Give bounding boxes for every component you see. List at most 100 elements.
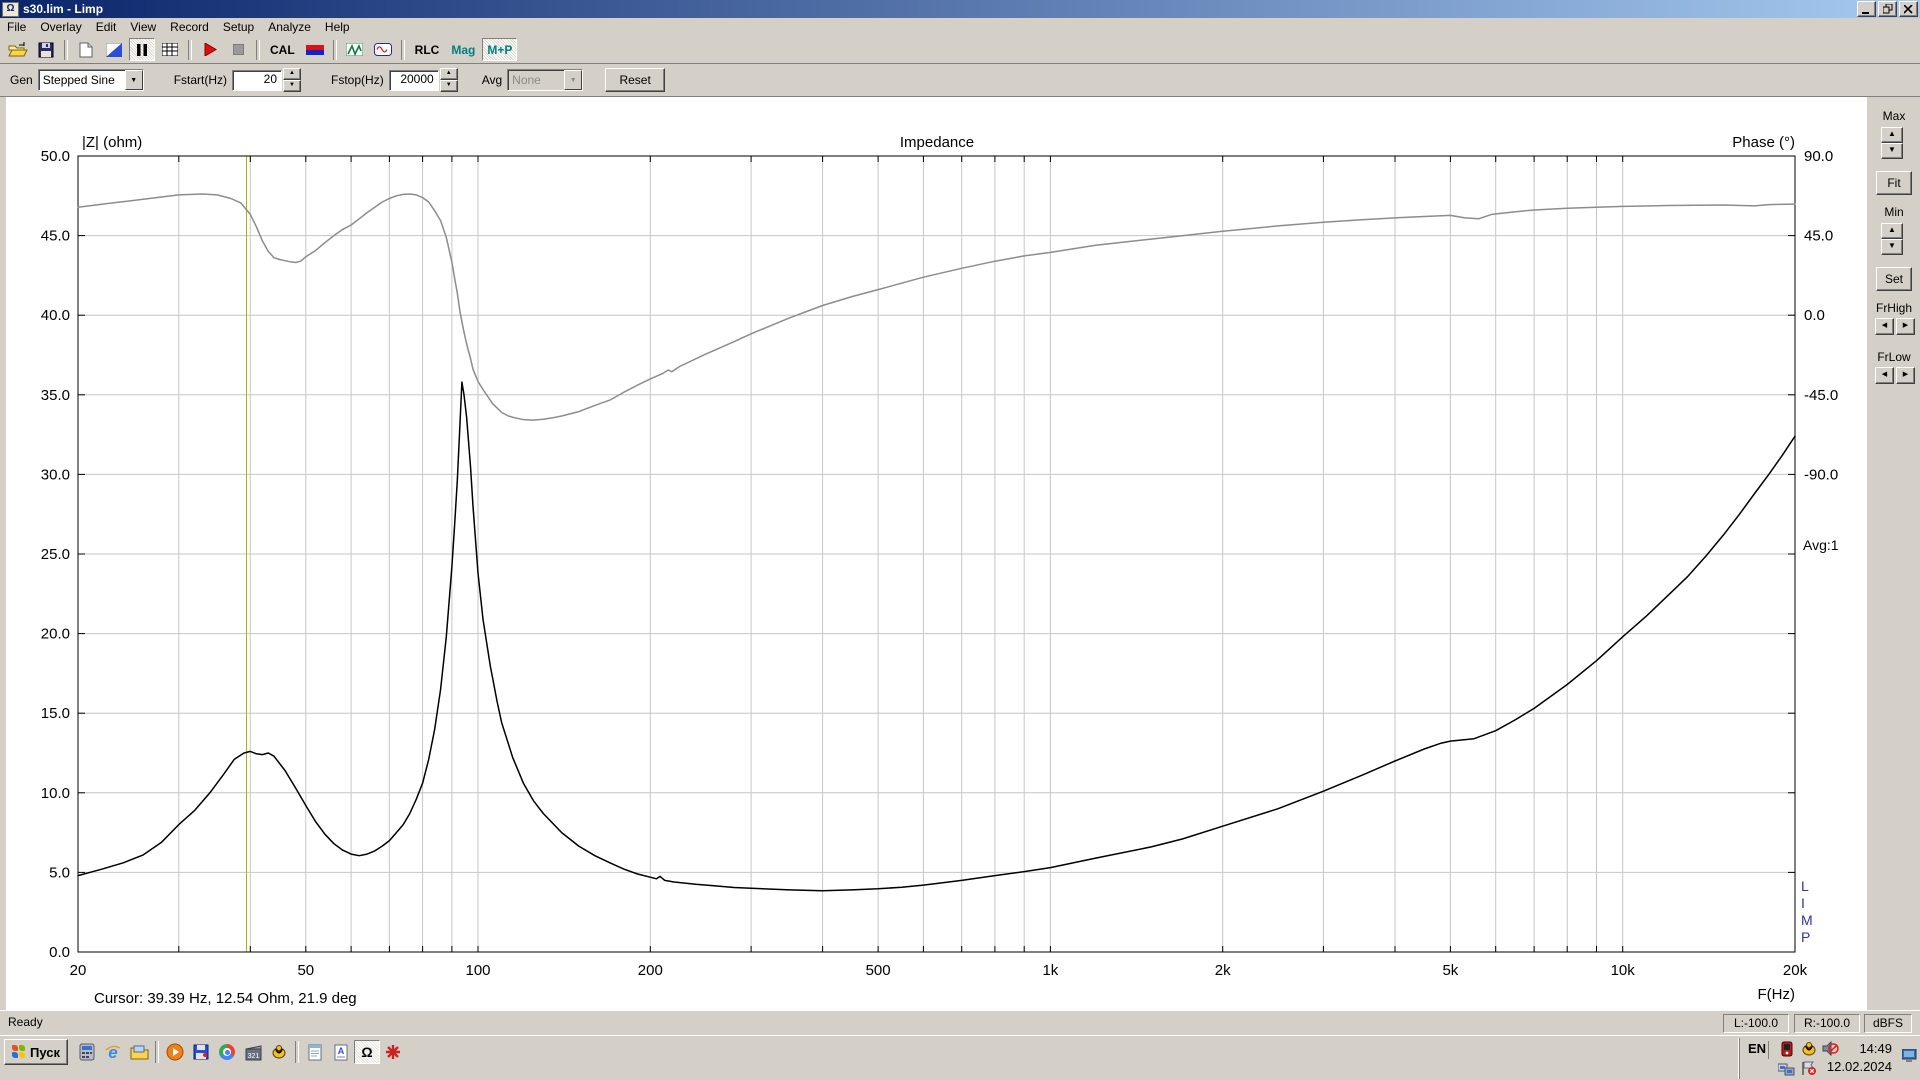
close-button[interactable]	[1899, 1, 1918, 17]
frhigh-right-arrow[interactable]: ▶	[1896, 318, 1915, 335]
calibrate-button[interactable]: CAL	[265, 38, 300, 61]
fstart-input[interactable]: 20	[232, 70, 282, 91]
save-file-icon[interactable]	[33, 38, 59, 61]
restore-button[interactable]	[1878, 1, 1897, 17]
fstart-spin-down[interactable]: ▼	[283, 80, 301, 92]
y-left-tick-label: 35.0	[41, 387, 70, 404]
generator-type-select[interactable]: Stepped Sine ▼	[38, 69, 144, 91]
tray-time: 14:49	[1859, 1041, 1892, 1056]
generator-type-value: Stepped Sine	[39, 73, 125, 87]
frhigh-left-arrow[interactable]: ◀	[1875, 318, 1894, 335]
quick-launch-wordpad-icon[interactable]: A	[328, 1040, 354, 1064]
quick-launch-messenger-bee-icon[interactable]	[266, 1040, 292, 1064]
start-button[interactable]: Пуск	[4, 1039, 68, 1065]
fstart-spin-up[interactable]: ▲	[283, 68, 301, 80]
menu-item-view[interactable]: View	[123, 18, 163, 36]
x-tick-label: 5k	[1442, 962, 1458, 979]
menu-item-file[interactable]: File	[0, 18, 33, 36]
quick-launch-notepad-icon[interactable]	[302, 1040, 328, 1064]
level-unit: dBFS	[1864, 1014, 1912, 1033]
toolbar-separator	[401, 40, 405, 60]
impedance-plot[interactable]: 50.045.040.035.030.025.020.015.010.05.00…	[6, 97, 1866, 1010]
y-right-tick-label: -45.0	[1804, 387, 1838, 404]
phase_deg-curve	[78, 194, 1795, 420]
y-left-tick-label: 10.0	[41, 785, 70, 802]
y-left-tick-label: 40.0	[41, 307, 70, 324]
max-spin-down[interactable]: ▼	[1881, 143, 1903, 159]
data-table-icon[interactable]	[157, 38, 183, 61]
menu-item-help[interactable]: Help	[318, 18, 357, 36]
frlow-left-arrow[interactable]: ◀	[1875, 367, 1894, 384]
copy-page-icon[interactable]	[73, 38, 99, 61]
fstop-spin-down[interactable]: ▼	[440, 80, 458, 92]
rlc-meter-button[interactable]: RLC	[410, 38, 445, 61]
svg-text:321: 321	[247, 1053, 259, 1060]
magnitude-phase-view-button[interactable]: M+P	[482, 38, 517, 61]
menu-item-record[interactable]: Record	[163, 18, 216, 36]
signal-view-icon[interactable]	[370, 38, 396, 61]
quick-launch-limp-omega-icon[interactable]: Ω	[354, 1040, 380, 1064]
quick-launch-red-asterisk-icon[interactable]	[380, 1040, 406, 1064]
min-spin-down[interactable]: ▼	[1881, 239, 1903, 255]
menu-item-overlay[interactable]: Overlay	[33, 18, 88, 36]
set-button[interactable]: Set	[1876, 267, 1912, 291]
minimize-button[interactable]	[1857, 1, 1876, 17]
frlow-right-arrow[interactable]: ▶	[1896, 367, 1915, 384]
svg-text:A: A	[338, 1046, 345, 1056]
min-spin-up[interactable]: ▲	[1881, 223, 1903, 239]
left-axis-title: |Z| (ohm)	[82, 134, 142, 151]
generator-control-bar: Gen Stepped Sine ▼ Fstart(Hz) 20 ▲ ▼ Fst…	[0, 64, 1920, 97]
avg-select: None ▼	[507, 69, 583, 91]
right-level-indicator: R:-100.0	[1794, 1014, 1860, 1033]
x-tick-label: 100	[465, 962, 490, 979]
tray-mobile-device-icon[interactable]	[1778, 1040, 1795, 1057]
start-measurement-icon[interactable]	[197, 38, 223, 61]
fstart-label: Fstart(Hz)	[174, 73, 227, 87]
tray-offline-flag-icon[interactable]	[1800, 1060, 1817, 1077]
status-bar: Ready L:-100.0 R:-100.0 dBFS	[0, 1010, 1920, 1036]
open-file-icon[interactable]	[5, 38, 31, 61]
impedance-view-icon[interactable]	[342, 38, 368, 61]
fstop-input[interactable]: 20000	[389, 70, 439, 91]
pause-icon[interactable]	[129, 38, 155, 61]
impedance_magnitude_ohm-curve	[78, 382, 1795, 891]
stop-measurement-icon[interactable]	[225, 38, 251, 61]
quick-launch-internet-explorer-icon[interactable]: e	[100, 1040, 126, 1064]
status-text: Ready	[8, 1015, 43, 1029]
quick-launch-media-player-icon[interactable]	[162, 1040, 188, 1064]
magnitude-view-button[interactable]: Mag	[446, 38, 480, 61]
tray-network-status-icon[interactable]	[1778, 1060, 1795, 1077]
x-tick-label: 1k	[1042, 962, 1058, 979]
max-spin-up[interactable]: ▲	[1881, 127, 1903, 143]
chevron-down-icon[interactable]: ▼	[125, 70, 143, 90]
quick-launch-file-explorer-icon[interactable]	[126, 1040, 152, 1064]
menu-item-edit[interactable]: Edit	[89, 18, 124, 36]
y-right-tick-label: 45.0	[1804, 228, 1833, 245]
quick-launch-backup-save-icon[interactable]	[188, 1040, 214, 1064]
toolbar-separator	[64, 40, 68, 60]
title-bar: Ω s30.lim - Limp	[0, 0, 1920, 18]
language-indicator[interactable]: EN	[1746, 1041, 1769, 1059]
generator-setup-icon[interactable]	[302, 38, 328, 61]
taskbar: Пуск e 321 AΩ EN 14:49 12.02.2024	[0, 1035, 1920, 1080]
tray-clock[interactable]: 14:49 12.02.2024	[1827, 1040, 1892, 1076]
reset-button[interactable]: Reset	[605, 68, 665, 92]
menu-item-setup[interactable]: Setup	[216, 18, 261, 36]
quick-launch-chrome-icon[interactable]	[214, 1040, 240, 1064]
tray-messenger-bee-icon[interactable]	[1800, 1040, 1817, 1057]
limp-watermark: M	[1801, 912, 1813, 928]
y-left-tick-label: 25.0	[41, 546, 70, 563]
show-desktop-icon[interactable]	[1902, 1049, 1918, 1067]
x-axis-title: F(Hz)	[1758, 986, 1796, 1003]
quick-launch-media-player-classic-icon[interactable]: 321	[240, 1040, 266, 1064]
gen-label: Gen	[10, 73, 33, 87]
quick-launch-calculator-icon[interactable]	[74, 1040, 100, 1064]
fstop-label: Fstop(Hz)	[331, 73, 384, 87]
menu-item-analyze[interactable]: Analyze	[261, 18, 318, 36]
x-tick-label: 500	[866, 962, 891, 979]
max-label: Max	[1867, 109, 1920, 123]
app-icon: Ω	[2, 2, 19, 17]
fstop-spin-up[interactable]: ▲	[440, 68, 458, 80]
fit-button[interactable]: Fit	[1876, 171, 1912, 195]
overlay-curve-icon[interactable]	[101, 38, 127, 61]
